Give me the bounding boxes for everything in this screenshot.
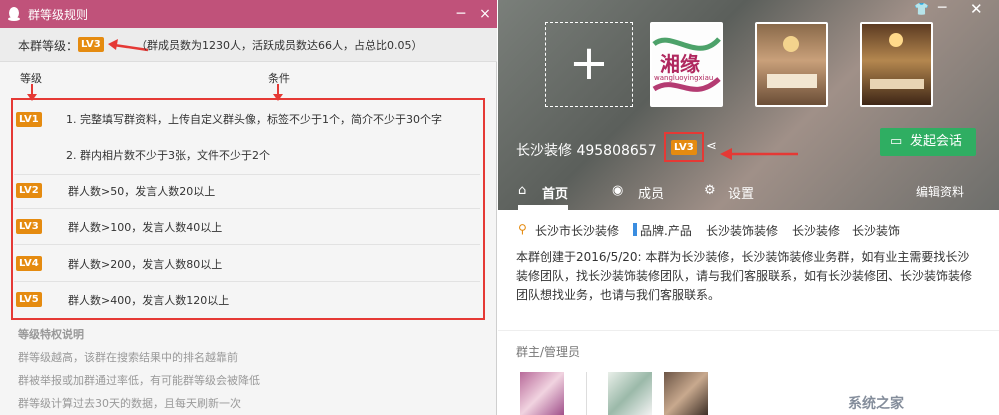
level-condition: 1. 完整填写群资料，上传自定义群头像，标签不少于1个，简介不少于30个字 [66, 113, 442, 126]
red-arrow-icon [720, 148, 798, 160]
active-tab-indicator [518, 205, 568, 210]
close-button[interactable]: ✕ [970, 0, 983, 18]
qq-penguin-icon [8, 7, 20, 21]
group-level-badge: LV3 [78, 37, 104, 52]
group-level-label: 本群等级： [18, 39, 79, 53]
row-divider [14, 208, 480, 209]
tab-settings[interactable]: 设置 [728, 183, 754, 202]
gear-icon: ⚙ [704, 183, 716, 198]
row-divider [14, 174, 480, 175]
group-level-bar: 本群等级： LV3 （群成员数为1230人，活跃成员数达66人，占总比0.05） [0, 28, 497, 62]
photo-title: 湘缘 [660, 52, 700, 76]
window-title: 群等级规则 [28, 8, 89, 22]
admins-label: 群主/管理员 [516, 345, 581, 359]
watermark-logo: 系统之家 [848, 396, 904, 412]
close-button[interactable]: × [476, 5, 494, 23]
upload-photo-button[interactable]: + [545, 22, 633, 107]
level-condition: 群人数>200，发言人数80以上 [68, 258, 223, 271]
chat-icon: ▭ [890, 134, 903, 149]
group-name: 长沙装修 495808657 [516, 143, 657, 159]
tag[interactable]: 长沙装修 [792, 222, 840, 239]
start-chat-label: 发起会话 [910, 134, 963, 149]
privilege-note: 群被举报或加群通过率低，有可能群等级会被降低 [18, 374, 260, 387]
home-icon: ⌂ [518, 183, 527, 198]
location-tag[interactable]: 长沙市长沙装修 [535, 222, 619, 239]
minimize-button[interactable]: ─ [938, 0, 946, 16]
level-condition: 群人数>400，发言人数120以上 [68, 294, 230, 307]
row-divider [14, 281, 480, 282]
level-row-lv1: LV1 1. 完整填写群资料，上传自定义群头像，标签不少于1个，简介不少于30个… [12, 110, 482, 170]
tab-home[interactable]: 首页 [542, 183, 568, 202]
tag[interactable]: 长沙装饰装修 [706, 222, 778, 239]
section-divider [498, 330, 999, 331]
tag[interactable]: 品牌.产品 [640, 222, 692, 239]
chandelier-graphic [767, 36, 817, 88]
level-condition: 2. 群内相片数不少于3张，文件不少于2个 [66, 149, 270, 162]
privileges-title: 等级特权说明 [18, 328, 84, 341]
admin-avatar[interactable] [520, 372, 564, 415]
level-badge: LV2 [16, 183, 42, 198]
privilege-note: 群等级越高，该群在搜索结果中的排名越靠前 [18, 351, 238, 364]
chandelier-graphic [870, 33, 924, 89]
group-description: 本群创建于2016/5/20: 本群为长沙装修，长沙装饰装修业务群，如有业主需要… [516, 250, 973, 302]
tab-members[interactable]: 成员 [638, 183, 664, 202]
level-badge: LV3 [16, 219, 42, 234]
members-icon: ◉ [612, 183, 624, 198]
location-pin-icon: ⚲ [518, 222, 527, 236]
level-condition: 群人数>100，发言人数40以上 [68, 221, 223, 234]
group-photo[interactable]: 湘缘 wangluoyingxiau [650, 22, 723, 107]
group-photo[interactable] [755, 22, 828, 107]
profile-header: 👕 ─ ✕ + 湘缘 wangluoyingxiau 长沙装修 49580865… [498, 0, 999, 210]
level-condition: 群人数>50，发言人数20以上 [68, 185, 216, 198]
group-level-badge: LV3 [671, 140, 697, 155]
level-rules-window: 群等级规则 ─ × 本群等级： LV3 （群成员数为1230人，活跃成员数达66… [0, 0, 497, 415]
privilege-note: 群等级计算过去30天的数据，且每天刷新一次 [18, 397, 241, 410]
admin-avatar[interactable] [608, 372, 652, 415]
admin-avatar[interactable] [664, 372, 708, 415]
group-level-info: （群成员数为1230人，活跃成员数达66人，占总比0.05） [136, 39, 423, 52]
level-badge: LV5 [16, 292, 42, 307]
title-bar: 群等级规则 ─ × [0, 0, 497, 28]
minimize-button[interactable]: ─ [452, 5, 470, 23]
row-divider [14, 244, 480, 245]
tag[interactable]: 长沙装饰 [852, 222, 900, 239]
level-badge: LV1 [16, 112, 42, 127]
group-photo[interactable] [860, 22, 933, 107]
avatar-divider [586, 372, 587, 415]
level-badge: LV4 [16, 256, 42, 271]
edit-profile-link[interactable]: 编辑资料 [916, 183, 964, 200]
shirt-icon[interactable]: 👕 [914, 2, 929, 16]
share-icon[interactable]: ⋖ [706, 139, 717, 154]
start-chat-button[interactable]: ▭ 发起会话 [880, 128, 976, 156]
category-marker [633, 223, 637, 236]
group-profile-window: 👕 ─ ✕ + 湘缘 wangluoyingxiau 长沙装修 49580865… [498, 0, 999, 415]
photo-subtitle: wangluoyingxiau [654, 74, 714, 82]
